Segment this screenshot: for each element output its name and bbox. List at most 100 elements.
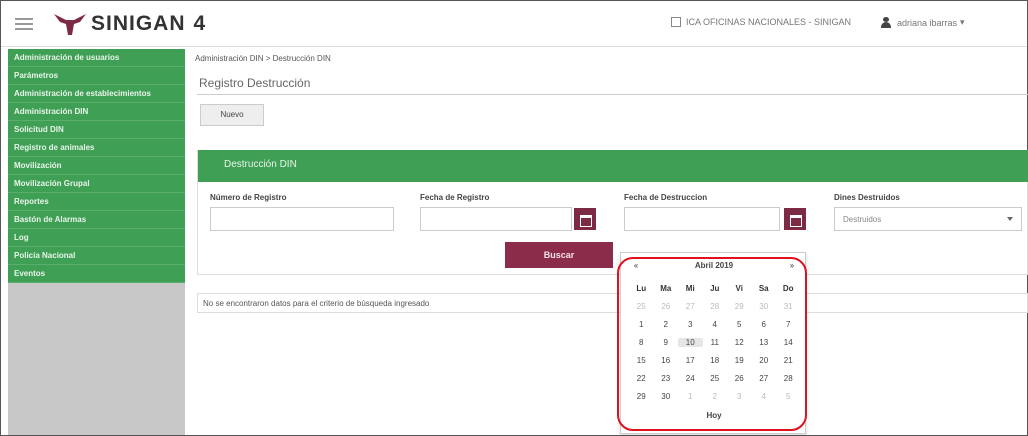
- user-name: adriana ibarras: [897, 17, 958, 28]
- calendar-day[interactable]: 29: [727, 302, 752, 311]
- calendar-day[interactable]: 3: [678, 320, 703, 329]
- calendar-day[interactable]: 27: [678, 302, 703, 311]
- numero-registro-input[interactable]: [210, 207, 394, 231]
- calendar-day[interactable]: 10: [678, 337, 703, 347]
- weekday-row: Lu Ma Mi Ju Vi Sa Do: [629, 279, 801, 297]
- chevron-down-icon: [1007, 217, 1013, 221]
- search-panel: Destrucción DIN Número de Registro Fecha…: [197, 150, 1028, 275]
- sidebar-item[interactable]: Solicitud DIN: [8, 121, 185, 139]
- calendar-day[interactable]: 2: [654, 320, 679, 329]
- calendar-day[interactable]: 7: [776, 320, 801, 329]
- sidebar-item[interactable]: Log: [8, 229, 185, 247]
- sidebar-item[interactable]: Administración de establecimientos: [8, 85, 185, 103]
- logo-text: SINIGAN: [91, 11, 186, 35]
- sidebar-item[interactable]: Policía Nacional: [8, 247, 185, 265]
- calendar-day[interactable]: 30: [654, 392, 679, 401]
- sidebar-item[interactable]: Bastón de Alarmas: [8, 211, 185, 229]
- sidebar-item[interactable]: Reportes: [8, 193, 185, 211]
- fecha-registro-input[interactable]: [420, 207, 572, 231]
- prev-month-button[interactable]: «: [629, 261, 643, 270]
- hamburger-menu-icon[interactable]: [15, 15, 33, 33]
- weekday-label: Do: [782, 283, 794, 293]
- panel-title: Destrucción DIN: [198, 150, 1028, 182]
- calendar-day[interactable]: 31: [776, 302, 801, 311]
- calendar-day[interactable]: 5: [776, 392, 801, 401]
- calendar-day[interactable]: 29: [629, 392, 654, 401]
- week-row: 25 26 27 28 29 30 31: [629, 297, 801, 315]
- week-row: 22 23 24 25 26 27 28: [629, 369, 801, 387]
- calendar-day[interactable]: 20: [752, 356, 777, 365]
- calendar-day[interactable]: 18: [703, 356, 728, 365]
- calendar-day[interactable]: 2: [703, 392, 728, 401]
- dines-destruidos-value: Destruidos: [843, 215, 882, 224]
- date-picker-grid: Lu Ma Mi Ju Vi Sa Do 25 26 27 28 29 30 31 1 2 3 4 5 6 7 8 9 10 1…: [629, 279, 801, 405]
- sidebar-item[interactable]: Parámetros: [8, 67, 185, 85]
- calendar-day[interactable]: 16: [654, 356, 679, 365]
- calendar-day[interactable]: 21: [776, 356, 801, 365]
- weekday-label: Lu: [636, 283, 647, 293]
- calendar-day[interactable]: 17: [678, 356, 703, 365]
- fecha-destruccion-input[interactable]: [624, 207, 780, 231]
- calendar-day[interactable]: 3: [727, 392, 752, 401]
- result-message: No se encontraron datos para el criterio…: [197, 293, 1028, 313]
- search-button[interactable]: Buscar: [505, 242, 613, 268]
- sidebar-item[interactable]: Eventos: [8, 265, 185, 283]
- calendar-day[interactable]: 27: [752, 374, 777, 383]
- chevron-down-icon: ▾: [960, 17, 965, 27]
- calendar-day[interactable]: 24: [678, 374, 703, 383]
- date-picker-header: « Abril 2019 »: [621, 261, 807, 275]
- calendar-day[interactable]: 4: [703, 320, 728, 329]
- fecha-destruccion-label: Fecha de Destruccion: [624, 193, 708, 202]
- week-row: 29 30 1 2 3 4 5: [629, 387, 801, 405]
- sidebar-item[interactable]: Registro de animales: [8, 139, 185, 157]
- new-button[interactable]: Nuevo: [200, 104, 264, 126]
- office-label: ICA OFICINAS NACIONALES - SINIGAN: [686, 17, 852, 27]
- next-month-button[interactable]: »: [785, 261, 799, 270]
- calendar-day[interactable]: 30: [752, 302, 777, 311]
- calendar-day[interactable]: 26: [654, 302, 679, 311]
- month-title[interactable]: Abril 2019: [671, 261, 757, 270]
- dines-destruidos-select[interactable]: Destruidos: [834, 207, 1022, 231]
- calendar-day[interactable]: 25: [629, 302, 654, 311]
- app-logo[interactable]: SINIGAN 4: [53, 12, 205, 36]
- week-row: 15 16 17 18 19 20 21: [629, 351, 801, 369]
- calendar-day[interactable]: 22: [629, 374, 654, 383]
- calendar-day[interactable]: 12: [727, 338, 752, 347]
- calendar-day[interactable]: 28: [703, 302, 728, 311]
- calendar-day[interactable]: 13: [752, 338, 777, 347]
- calendar-day[interactable]: 23: [654, 374, 679, 383]
- calendar-day[interactable]: 1: [629, 320, 654, 329]
- calendar-day[interactable]: 6: [752, 320, 777, 329]
- calendar-day[interactable]: 14: [776, 338, 801, 347]
- fecha-destruccion-calendar-button[interactable]: [784, 208, 806, 230]
- breadcrumb: Administración DIN > Destrucción DIN: [195, 54, 331, 63]
- sidebar-menu: Administración de usuarios Parámetros Admi…: [8, 49, 185, 283]
- sidebar-item[interactable]: Administración DIN: [8, 103, 185, 121]
- calendar-day[interactable]: 26: [727, 374, 752, 383]
- calendar-day[interactable]: 11: [703, 338, 728, 347]
- calendar-day[interactable]: 5: [727, 320, 752, 329]
- weekday-label: Sa: [758, 283, 769, 293]
- calendar-day[interactable]: 15: [629, 356, 654, 365]
- logo-version: 4: [193, 11, 206, 35]
- office-icon: [671, 17, 681, 27]
- calendar-day[interactable]: 19: [727, 356, 752, 365]
- calendar-day[interactable]: 28: [776, 374, 801, 383]
- calendar-day[interactable]: 8: [629, 338, 654, 347]
- sidebar-item[interactable]: Movilización: [8, 157, 185, 175]
- user-menu[interactable]: adriana ibarras ▾: [881, 17, 965, 28]
- office-selector[interactable]: ICA OFICINAS NACIONALES - SINIGAN: [671, 17, 851, 27]
- numero-registro-label: Número de Registro: [210, 193, 287, 202]
- calendar-day[interactable]: 4: [752, 392, 777, 401]
- weekday-label: Ma: [660, 283, 672, 293]
- weekday-label: Mi: [685, 283, 695, 293]
- fecha-registro-calendar-button[interactable]: [574, 208, 596, 230]
- calendar-day[interactable]: 25: [703, 374, 728, 383]
- weekday-label: Vi: [735, 283, 743, 293]
- today-button[interactable]: Hoy: [621, 411, 807, 420]
- sidebar-item[interactable]: Movilización Grupal: [8, 175, 185, 193]
- sidebar-item[interactable]: Administración de usuarios: [8, 49, 185, 67]
- calendar-day[interactable]: 9: [654, 338, 679, 347]
- week-row: 1234567: [629, 315, 801, 333]
- calendar-day[interactable]: 1: [678, 392, 703, 401]
